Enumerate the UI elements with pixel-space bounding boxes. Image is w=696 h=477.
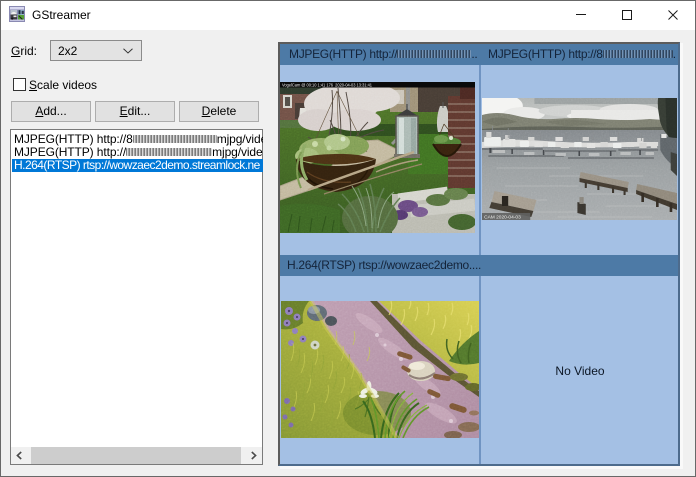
svg-text:VogelCam @ 00:10 1:41 176 202: VogelCam @ 00:10 1:41 176 2020-04-03 13:…	[282, 82, 373, 87]
svg-text:CAM 2020-04-03: CAM 2020-04-03	[484, 215, 521, 220]
